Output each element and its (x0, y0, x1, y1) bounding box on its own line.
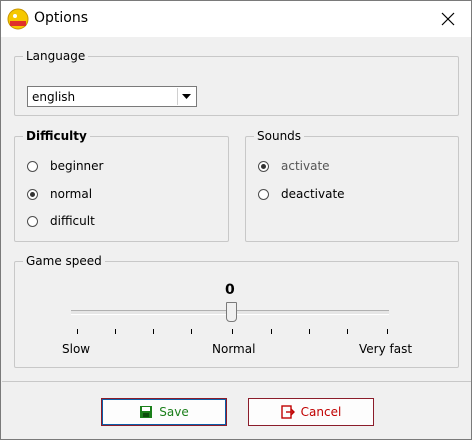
slider-tick (232, 329, 233, 334)
radio-label: activate (281, 159, 330, 173)
difficulty-option-difficult[interactable]: difficult (27, 213, 95, 229)
speed-label-slow: Slow (62, 342, 91, 356)
language-group: Language english (14, 49, 459, 116)
save-button[interactable]: Save (101, 398, 227, 426)
sounds-option-deactivate[interactable]: deactivate (258, 186, 345, 202)
difficulty-option-normal[interactable]: normal (27, 186, 92, 202)
speed-label-normal: Normal (212, 342, 256, 356)
footer-divider (2, 381, 471, 382)
cancel-button[interactable]: Cancel (248, 398, 374, 426)
speed-label-fast: Very fast (359, 342, 413, 356)
speed-slider-thumb[interactable] (226, 302, 237, 322)
speed-value: 0 (225, 282, 235, 298)
slider-tick (387, 329, 388, 334)
sounds-legend: Sounds (257, 129, 302, 143)
close-icon (441, 12, 455, 26)
difficulty-legend: Difficulty (26, 129, 87, 143)
language-legend: Language (26, 49, 86, 63)
slider-tick (309, 329, 310, 334)
exit-icon (280, 405, 295, 419)
radio-button[interactable] (258, 188, 269, 200)
close-button[interactable] (425, 1, 471, 37)
radio-label: normal (50, 187, 93, 201)
language-select[interactable]: english (27, 86, 197, 107)
slider-tick (115, 329, 116, 334)
save-label: Save (159, 405, 189, 419)
title-bar: Options (1, 1, 471, 37)
radio-label: deactivate (281, 187, 345, 201)
sounds-option-activate[interactable]: activate (258, 158, 330, 174)
radio-button[interactable] (27, 188, 38, 200)
cancel-label: Cancel (300, 405, 342, 419)
language-selected-value: english (32, 90, 76, 104)
difficulty-group: Difficulty beginner normal difficult (14, 129, 229, 242)
dropdown-button[interactable] (177, 88, 195, 105)
slider-tick (153, 329, 154, 334)
radio-button[interactable] (258, 160, 269, 172)
radio-label: beginner (50, 159, 104, 173)
slider-tick (271, 329, 272, 334)
slider-tick (77, 329, 78, 334)
options-dialog: Options Language english Difficulty begi… (0, 0, 472, 440)
app-badge-icon (7, 8, 29, 30)
chevron-down-icon (182, 93, 191, 99)
radio-button[interactable] (27, 215, 38, 227)
radio-label: difficult (50, 214, 95, 228)
sounds-group: Sounds activate deactivate (245, 129, 459, 242)
slider-tick (347, 329, 348, 334)
game-speed-group: Game speed 0 Slow Normal Very fast (14, 254, 459, 368)
difficulty-option-beginner[interactable]: beginner (27, 158, 103, 174)
floppy-disk-icon (140, 406, 153, 418)
radio-button[interactable] (27, 160, 38, 172)
slider-tick (191, 329, 192, 334)
window-title: Options (34, 10, 89, 26)
game-speed-legend: Game speed (26, 254, 102, 268)
